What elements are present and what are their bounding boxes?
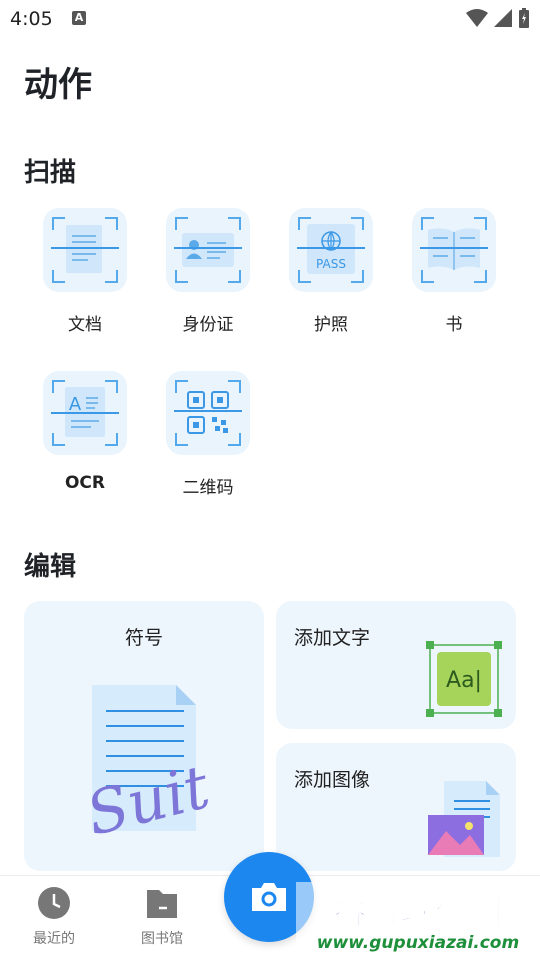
scan-document-label: 文档 — [68, 315, 102, 335]
signal-icon — [494, 9, 512, 27]
add-text-card[interactable]: 添加文字 Aa| — [276, 601, 516, 729]
clock-icon — [38, 887, 70, 919]
nav-recent[interactable]: 最近的 — [4, 886, 104, 948]
document-scan-icon — [43, 208, 127, 292]
text-box-illustration: Aa| — [426, 641, 502, 717]
passport-scan-icon: PASS — [289, 208, 373, 292]
notification-a-icon: A — [72, 11, 86, 25]
scan-id-card-label: 身份证 — [182, 315, 234, 335]
watermark-url: www.gupuxiazai.com — [317, 933, 519, 953]
scan-book-label: 书 — [445, 315, 463, 335]
signature-illustration: Suit — [80, 685, 217, 850]
signature-label: 符号 — [124, 627, 163, 649]
status-time: 4:05 — [10, 8, 53, 30]
book-scan-icon — [412, 208, 496, 292]
scan-document-button[interactable]: 文档 — [35, 208, 135, 338]
id-card-scan-icon — [166, 208, 250, 292]
status-bar: 4:05 A — [0, 0, 540, 36]
nav-library[interactable]: 图书馆 — [112, 886, 212, 948]
battery-icon — [519, 8, 529, 28]
scan-book-button[interactable]: 书 — [404, 208, 504, 338]
add-text-sample: Aa| — [446, 668, 482, 693]
scan-ocr-label: OCR — [64, 473, 106, 493]
add-image-card[interactable]: 添加图像 — [276, 743, 516, 871]
scan-section-title: 扫描 — [24, 158, 77, 188]
scan-id-card-button[interactable]: 身份证 — [158, 208, 258, 338]
wifi-icon — [466, 9, 488, 27]
add-image-label: 添加图像 — [294, 769, 371, 791]
signature-card[interactable]: 符号 Suit — [24, 601, 264, 871]
ocr-glyph: A — [69, 394, 82, 415]
watermark-logo: 谷普软件园 www.gupuxiazai.com — [296, 882, 540, 960]
camera-icon — [252, 883, 286, 911]
nav-library-label: 图书馆 — [141, 931, 183, 947]
passport-text: PASS — [316, 257, 346, 271]
image-illustration — [428, 781, 500, 857]
status-icons — [466, 6, 530, 30]
qr-code-scan-icon — [166, 371, 250, 455]
folder-icon — [147, 890, 177, 918]
scan-passport-button[interactable]: PASS 护照 — [281, 208, 381, 338]
edit-section-title: 编辑 — [24, 552, 77, 582]
scan-qr-code-button[interactable]: 二维码 — [158, 371, 258, 501]
scan-passport-label: 护照 — [314, 315, 348, 335]
page-title: 动作 — [24, 65, 92, 105]
nav-recent-label: 最近的 — [33, 931, 75, 947]
ocr-scan-icon: A — [43, 371, 127, 455]
watermark-title: 谷普软件园 — [333, 893, 503, 933]
scan-ocr-button[interactable]: A OCR — [35, 371, 135, 501]
scan-qr-code-label: 二维码 — [182, 478, 234, 498]
add-text-label: 添加文字 — [294, 627, 371, 649]
